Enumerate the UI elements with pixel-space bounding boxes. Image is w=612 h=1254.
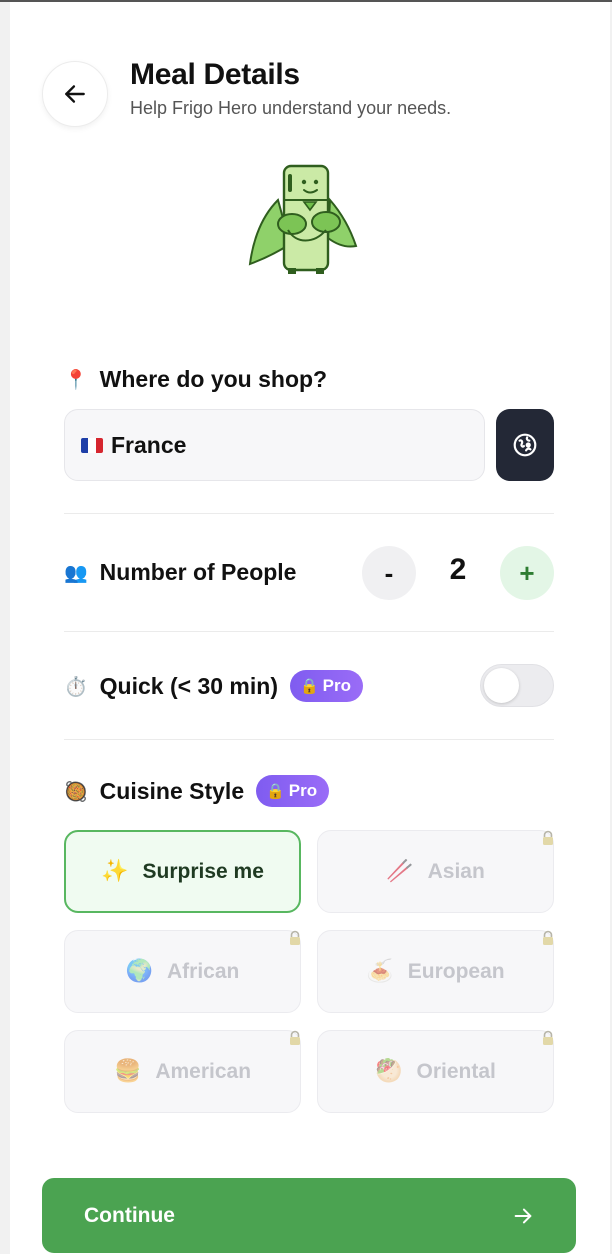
lock-icon [543, 1030, 553, 1045]
cuisine-option-african[interactable]: 🌍 African [64, 930, 301, 1013]
continue-button[interactable]: Continue [42, 1178, 576, 1253]
lock-icon [290, 930, 300, 945]
continue-label: Continue [84, 1203, 175, 1227]
quick-label-text: Quick (< 30 min) [99, 672, 278, 699]
cuisine-option-label: Surprise me [142, 859, 264, 883]
pro-badge-text: Pro [288, 781, 318, 800]
france-flag-icon [81, 437, 103, 453]
cuisine-option-label: European [407, 959, 505, 983]
stopwatch-icon: ⏱️ [64, 675, 88, 698]
page-title: Meal Details [130, 58, 300, 91]
people-section-label: 👥 Number of People [64, 559, 296, 586]
pro-badge: 🔒 Pro [256, 775, 330, 807]
country-field[interactable]: France [64, 409, 485, 481]
quick-toggle[interactable] [480, 664, 554, 707]
arrow-left-icon [65, 85, 85, 103]
frigo-hero-mascot [248, 164, 358, 274]
decrease-people-button[interactable]: - [362, 546, 416, 600]
toggle-knob [484, 668, 519, 703]
quick-section-label: ⏱️ Quick (< 30 min) 🔒 Pro [64, 670, 364, 702]
cuisine-option-label: American [155, 1059, 252, 1083]
country-value: France [111, 431, 187, 458]
cuisine-option-american[interactable]: 🍔 American [64, 1030, 301, 1113]
cuisine-option-label: Asian [427, 859, 485, 883]
pro-badge-text: Pro [322, 676, 352, 695]
page-subtitle: Help Frigo Hero understand your needs. [130, 98, 452, 118]
cuisine-section-label: 🥘 Cuisine Style 🔒 Pro [64, 775, 330, 807]
lock-icon: 🔒 [266, 782, 285, 800]
cuisine-option-label: African [167, 959, 240, 983]
cuisine-option-asian[interactable]: 🥢 Asian [317, 830, 554, 913]
burger-icon: 🍔 [113, 1059, 142, 1084]
cuisine-option-european[interactable]: 🍝 European [317, 930, 554, 1013]
arrow-right-icon [514, 1208, 532, 1223]
increase-people-button[interactable]: + [500, 546, 554, 600]
globe-africa-icon: 🌍 [125, 959, 154, 984]
locate-country-button[interactable] [496, 409, 554, 481]
sparkles-icon: ✨ [101, 859, 129, 884]
pin-icon: 📍 [64, 369, 88, 391]
lock-icon [543, 830, 553, 845]
lock-icon [543, 930, 553, 945]
cuisine-option-oriental[interactable]: 🥙 Oriental [317, 1030, 554, 1113]
chopsticks-icon: 🥢 [386, 859, 414, 884]
shop-label-text: Where do you shop? [99, 366, 328, 392]
spaghetti-icon: 🍝 [366, 959, 394, 984]
stuffed-flatbread-icon: 🥙 [375, 1059, 403, 1084]
divider [64, 513, 554, 514]
cuisine-option-label: Oriental [416, 1059, 496, 1083]
divider [64, 631, 554, 632]
people-icon: 👥 [64, 562, 88, 584]
paella-icon: 🥘 [64, 780, 88, 803]
lock-icon [290, 1030, 300, 1045]
cuisine-label-text: Cuisine Style [99, 777, 245, 804]
back-button[interactable] [42, 61, 108, 127]
lock-icon: 🔒 [299, 677, 319, 695]
divider [64, 739, 554, 740]
shop-section-label: 📍 Where do you shop? [64, 366, 327, 393]
pro-badge: 🔒 Pro [289, 670, 364, 702]
globe-locate-icon [513, 433, 537, 457]
cuisine-option-surprise-me[interactable]: ✨ Surprise me [64, 830, 301, 913]
people-count: 2 [449, 553, 467, 586]
people-label-text: Number of People [99, 559, 297, 585]
